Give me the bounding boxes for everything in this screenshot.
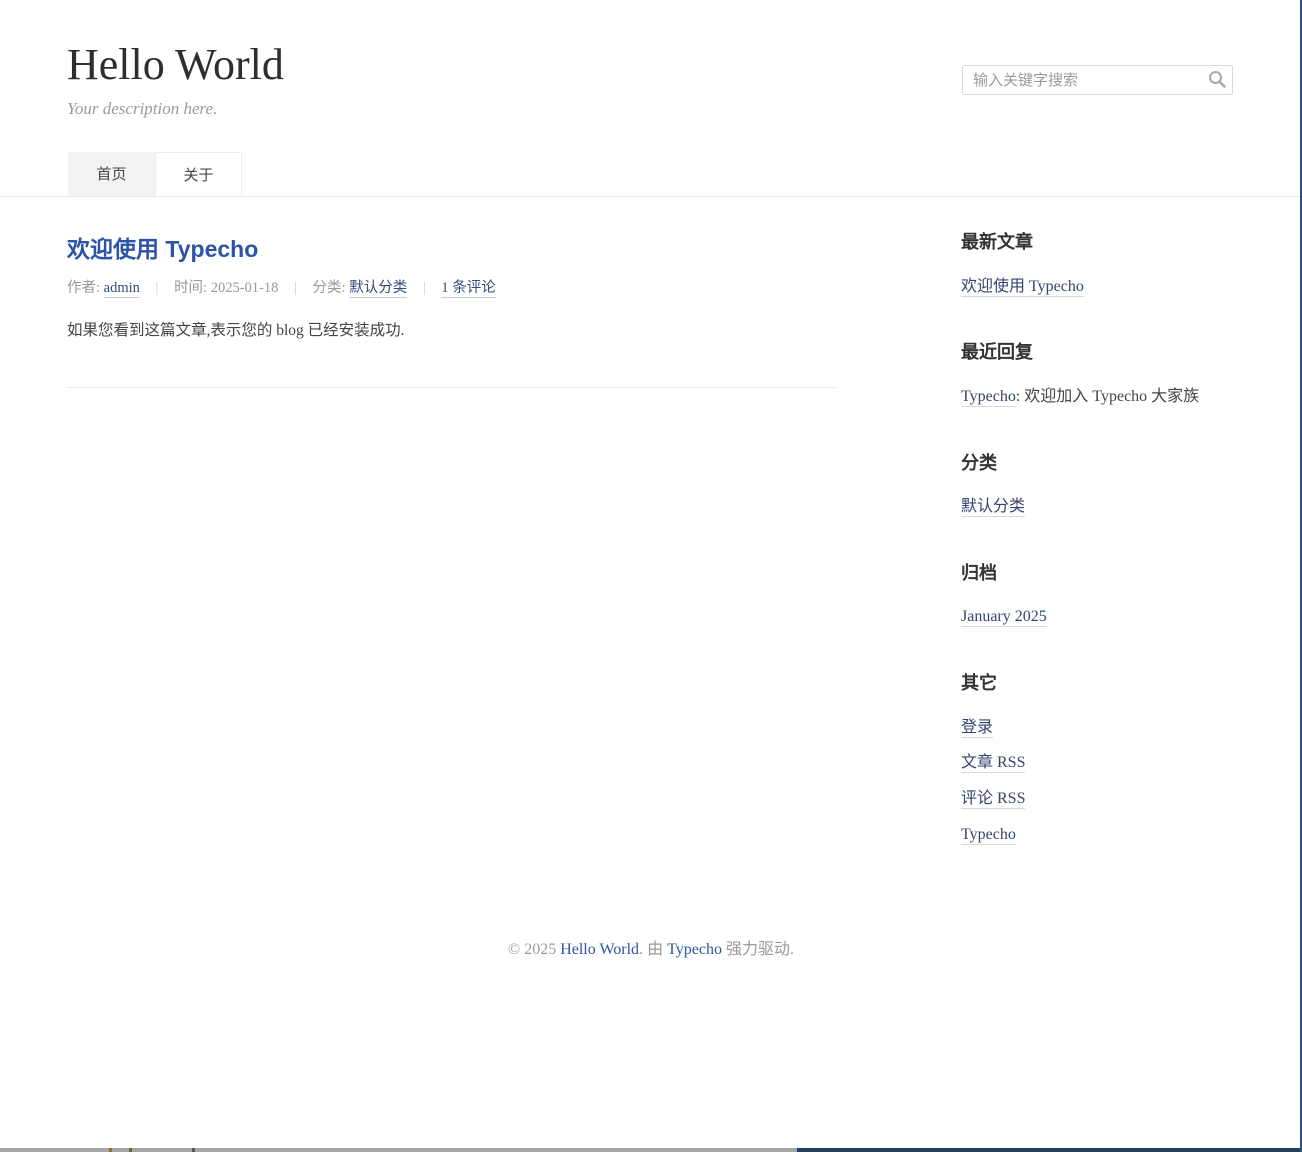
list-item: January 2025 (961, 607, 1235, 628)
post-rss-link[interactable]: 文章 RSS (961, 754, 1025, 773)
list-item: Typecho: 欢迎加入 Typecho 大家族 (961, 387, 1235, 408)
post: 欢迎使用 Typecho 作者: admin | 时间: 2025-01-18 … (67, 236, 836, 342)
taskbar-pixel (192, 1148, 195, 1152)
footer-typecho-link[interactable]: Typecho (667, 941, 722, 958)
archive-link[interactable]: January 2025 (961, 608, 1047, 627)
post-meta: 作者: admin | 时间: 2025-01-18 | 分类: 默认分类 | … (67, 276, 836, 297)
widget-categories: 分类 默认分类 (961, 452, 1235, 518)
meta-separator: | (282, 280, 309, 296)
widget-recent-replies-title: 最近回复 (961, 341, 1235, 364)
list-item: 文章 RSS (961, 753, 1235, 774)
footer-middle-text: . 由 (639, 941, 667, 958)
widget-archives: 归档 January 2025 (961, 562, 1235, 628)
taskbar-edge-navy (797, 1148, 1302, 1152)
recent-post-link[interactable]: 欢迎使用 Typecho (961, 278, 1084, 297)
taskbar-pixel (129, 1148, 132, 1152)
footer-site-link[interactable]: Hello World (560, 941, 639, 958)
site-description: Your description here. (67, 99, 1302, 119)
category-link[interactable]: 默认分类 (961, 498, 1025, 517)
list-item: 默认分类 (961, 497, 1235, 518)
footer-suffix-text: 强力驱动. (722, 941, 794, 958)
footer: © 2025 Hello World. 由 Typecho 强力驱动. (0, 938, 1302, 962)
taskbar-pixel (109, 1148, 112, 1152)
widget-archives-title: 归档 (961, 562, 1235, 585)
copyright-text: © 2025 (508, 941, 560, 958)
widget-recent-posts-title: 最新文章 (961, 231, 1235, 254)
post-author-label: 作者: (67, 280, 100, 296)
blog-page: Hello World Your description here. 首页 关于… (0, 0, 1302, 1152)
post-body: 如果您看到这篇文章,表示您的 blog 已经安装成功. (67, 320, 836, 342)
comment-rss-link[interactable]: 评论 RSS (961, 790, 1025, 809)
post-time: 2025-01-18 (211, 280, 279, 296)
list-item: 登录 (961, 718, 1235, 739)
post-category-label: 分类: (313, 280, 346, 296)
main-nav: 首页 关于 (68, 152, 242, 196)
widget-recent-posts: 最新文章 欢迎使用 Typecho (961, 231, 1235, 297)
search-input[interactable] (962, 65, 1233, 95)
meta-separator: | (411, 280, 438, 296)
widget-misc: 其它 登录 文章 RSS 评论 RSS Typecho (961, 672, 1235, 846)
recent-reply-author-link[interactable]: Typecho (961, 388, 1016, 407)
post-title-link[interactable]: 欢迎使用 Typecho (67, 236, 836, 262)
site-header: Hello World Your description here. 首页 关于 (0, 0, 1302, 197)
taskbar-edge-gray (0, 1148, 797, 1152)
meta-separator: | (144, 280, 171, 296)
recent-reply-text: : 欢迎加入 Typecho 大家族 (1016, 388, 1199, 405)
list-item: Typecho (961, 825, 1235, 846)
search-button[interactable] (1205, 68, 1229, 92)
widget-categories-title: 分类 (961, 452, 1235, 475)
list-item: 欢迎使用 Typecho (961, 277, 1235, 298)
post-category-link[interactable]: 默认分类 (349, 280, 407, 298)
post-list: 欢迎使用 Typecho 作者: admin | 时间: 2025-01-18 … (67, 197, 836, 890)
search-icon (1207, 69, 1227, 89)
login-link[interactable]: 登录 (961, 719, 993, 738)
sidebar: 最新文章 欢迎使用 Typecho 最近回复 Typecho: 欢迎加入 Typ… (961, 197, 1235, 890)
list-item: 评论 RSS (961, 789, 1235, 810)
taskbar-top-edge (0, 1148, 1302, 1152)
typecho-link[interactable]: Typecho (961, 826, 1016, 845)
main-row: 欢迎使用 Typecho 作者: admin | 时间: 2025-01-18 … (0, 197, 1302, 890)
nav-item-about[interactable]: 关于 (155, 152, 242, 196)
widget-recent-replies: 最近回复 Typecho: 欢迎加入 Typecho 大家族 (961, 341, 1235, 407)
post-time-label: 时间: (174, 280, 207, 296)
post-author-link[interactable]: admin (104, 280, 140, 298)
search-form (962, 65, 1233, 95)
post-divider (67, 387, 836, 388)
nav-item-home[interactable]: 首页 (68, 152, 155, 196)
widget-misc-title: 其它 (961, 672, 1235, 695)
post-comments-link[interactable]: 1 条评论 (441, 280, 495, 298)
